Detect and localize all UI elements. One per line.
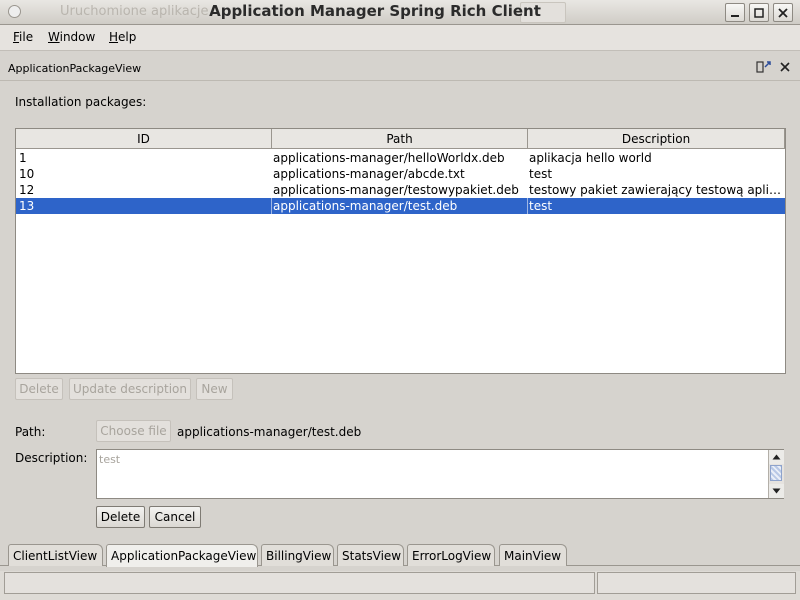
scroll-down-button[interactable] bbox=[769, 484, 784, 498]
cell-description: testowy pakiet zawierający testową aplik… bbox=[529, 183, 781, 197]
arrow-up-icon bbox=[772, 454, 781, 460]
table-row[interactable]: 12 applications-manager/testowypakiet.de… bbox=[16, 182, 785, 198]
path-label: Path: bbox=[15, 425, 46, 439]
delete-button[interactable]: Delete bbox=[96, 506, 145, 528]
tab-client-list-view[interactable]: ClientListView bbox=[8, 544, 103, 566]
installation-packages-label: Installation packages: bbox=[15, 95, 147, 109]
description-text: test bbox=[99, 453, 121, 466]
menu-file-label: ile bbox=[19, 30, 34, 44]
cell-description: test bbox=[529, 167, 553, 181]
cell-path: applications-manager/helloWorldx.deb bbox=[273, 151, 505, 165]
menu-window[interactable]: Window bbox=[48, 30, 95, 44]
menu-bar: File Window Help bbox=[0, 25, 800, 51]
title-bar[interactable]: Uruchomione aplikacje Application Manage… bbox=[0, 0, 800, 25]
cell-id: 13 bbox=[16, 198, 272, 214]
status-bar bbox=[0, 571, 800, 600]
status-field-secondary bbox=[597, 572, 796, 594]
detach-view-icon[interactable] bbox=[756, 60, 772, 74]
cell-path: applications-manager/testowypakiet.deb bbox=[273, 183, 519, 197]
menu-window-label: indow bbox=[59, 30, 96, 44]
description-scrollbar[interactable] bbox=[768, 450, 784, 498]
description-textarea[interactable]: test bbox=[96, 449, 784, 499]
window-title: Application Manager Spring Rich Client bbox=[209, 2, 541, 20]
menu-file[interactable]: File bbox=[13, 30, 33, 44]
table-row[interactable]: 1 applications-manager/helloWorldx.deb a… bbox=[16, 150, 785, 166]
tab-error-log-view[interactable]: ErrorLogView bbox=[407, 544, 495, 566]
cell-description: aplikacja hello world bbox=[529, 151, 652, 165]
scroll-thumb[interactable] bbox=[770, 465, 782, 481]
close-icon bbox=[778, 7, 788, 18]
arrow-down-icon bbox=[772, 488, 781, 494]
cell-id: 10 bbox=[19, 167, 35, 181]
menu-window-mnemonic: W bbox=[48, 30, 60, 44]
menu-help[interactable]: Help bbox=[109, 30, 136, 44]
close-view-icon[interactable] bbox=[778, 60, 792, 74]
cell-id: 12 bbox=[19, 183, 35, 197]
column-header-description[interactable]: Description bbox=[528, 129, 785, 149]
cell-path: applications-manager/test.deb bbox=[272, 198, 528, 214]
menu-help-mnemonic: H bbox=[109, 30, 119, 44]
view-title: ApplicationPackageView bbox=[8, 62, 142, 75]
maximize-button[interactable] bbox=[749, 3, 769, 22]
maximize-icon bbox=[754, 7, 764, 18]
tab-stats-view[interactable]: StatsView bbox=[337, 544, 404, 566]
cell-description: test bbox=[529, 199, 553, 213]
description-label: Description: bbox=[15, 451, 88, 465]
menu-help-label: elp bbox=[118, 30, 137, 44]
path-value: applications-manager/test.deb bbox=[177, 425, 362, 439]
column-header-path[interactable]: Path bbox=[272, 129, 528, 149]
packages-table[interactable]: ID Path Description 1 applications-manag… bbox=[15, 128, 786, 374]
new-package-button[interactable]: New bbox=[196, 378, 233, 400]
tab-application-package-view[interactable]: ApplicationPackageView bbox=[106, 544, 258, 567]
cell-id: 1 bbox=[19, 151, 27, 165]
cancel-button[interactable]: Cancel bbox=[149, 506, 201, 528]
table-row-selected[interactable]: 13 applications-manager/test.deb test bbox=[16, 198, 785, 214]
minimize-icon bbox=[731, 14, 739, 17]
choose-file-button[interactable]: Choose file bbox=[96, 420, 171, 442]
update-description-button[interactable]: Update description bbox=[69, 378, 191, 400]
cell-path: applications-manager/abcde.txt bbox=[273, 167, 465, 181]
status-field-main bbox=[4, 572, 595, 594]
table-row[interactable]: 10 applications-manager/abcde.txt test bbox=[16, 166, 785, 182]
tab-main-view[interactable]: MainView bbox=[499, 544, 567, 566]
view-header-divider bbox=[0, 80, 800, 81]
column-header-id[interactable]: ID bbox=[16, 129, 272, 149]
close-window-button[interactable] bbox=[773, 3, 793, 22]
tab-billing-view[interactable]: BillingView bbox=[261, 544, 334, 566]
minimize-button[interactable] bbox=[725, 3, 745, 22]
delete-package-button[interactable]: Delete bbox=[15, 378, 63, 400]
scroll-up-button[interactable] bbox=[769, 450, 784, 464]
